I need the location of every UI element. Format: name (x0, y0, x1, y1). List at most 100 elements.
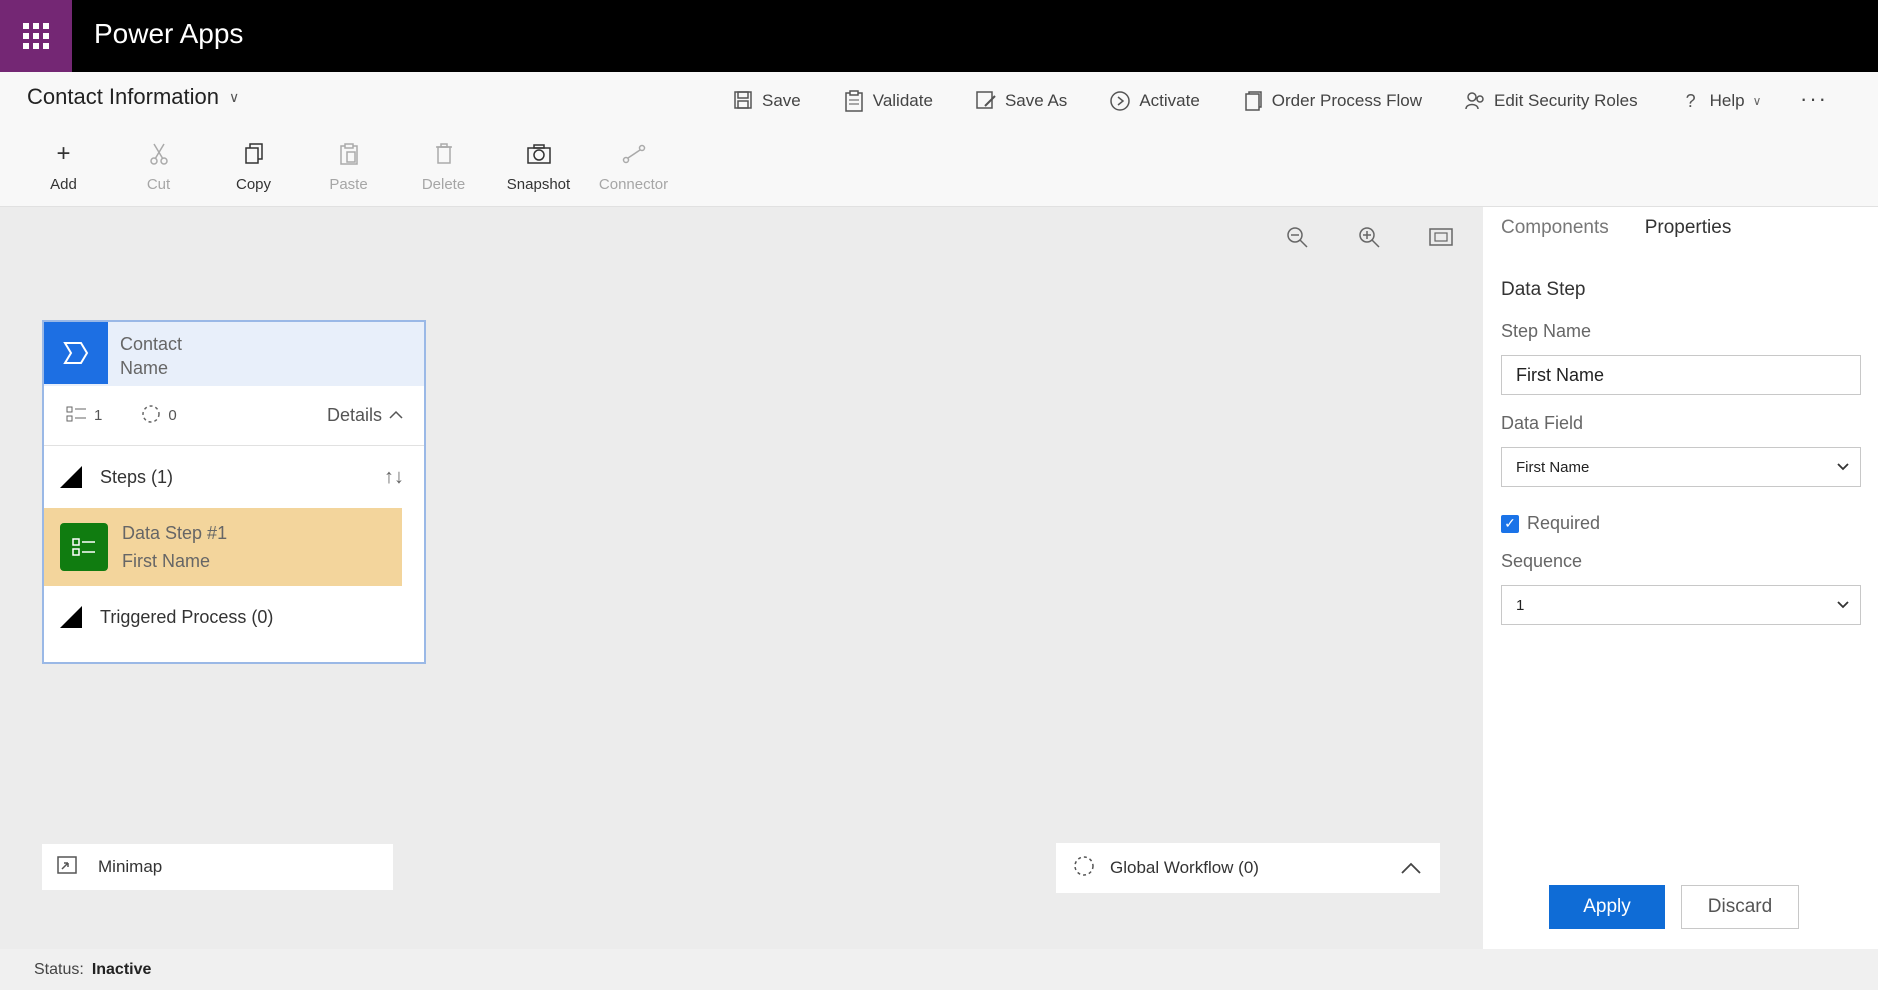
workflow-icon (140, 403, 162, 429)
data-step-card[interactable]: Data Step #1 First Name (44, 508, 402, 586)
chevron-up-icon[interactable] (1400, 855, 1422, 881)
cut-button[interactable]: Cut (111, 140, 206, 193)
app-title: Power Apps (94, 18, 244, 49)
details-label: Details (326, 405, 382, 425)
panel-tabs: Components Properties (1501, 217, 1731, 239)
required-row: ✓ Required (1501, 513, 1600, 534)
steps-section[interactable]: Steps (1) ↑↓ (44, 446, 424, 508)
data-field-select[interactable]: First Name (1501, 447, 1861, 487)
minimap-toggle[interactable]: Minimap (42, 844, 393, 890)
zoom-tools (1283, 223, 1455, 251)
order-process-flow-label: Order Process Flow (1271, 91, 1422, 110)
fit-to-screen-icon[interactable] (1427, 223, 1455, 251)
edit-security-roles-label: Edit Security Roles (1494, 91, 1638, 110)
global-workflow-panel[interactable]: Global Workflow (0) (1056, 843, 1440, 893)
people-icon (1464, 90, 1486, 112)
camera-icon (525, 140, 553, 168)
data-step-icon (60, 523, 108, 571)
order-process-flow-button[interactable]: Order Process Flow (1242, 90, 1422, 112)
stage-header[interactable]: Contact Name (44, 322, 424, 386)
sequence-value: 1 (1516, 596, 1525, 614)
zoom-in-icon[interactable] (1355, 223, 1383, 251)
apply-button[interactable]: Apply (1549, 885, 1665, 929)
save-as-button[interactable]: Save As (975, 90, 1067, 112)
snapshot-label: Snapshot (506, 176, 571, 193)
data-step-title: Data Step #1 (122, 523, 228, 543)
add-button[interactable]: + Add (16, 140, 111, 193)
copy-button[interactable]: Copy (206, 140, 301, 193)
save-as-icon (975, 90, 997, 112)
activate-label: Activate (1139, 91, 1200, 110)
zoom-out-icon[interactable] (1283, 223, 1311, 251)
tab-components[interactable]: Components (1501, 217, 1609, 239)
copy-icon (240, 140, 268, 168)
delete-button[interactable]: Delete (396, 140, 491, 193)
step-name-field[interactable]: First Name (1501, 355, 1861, 395)
add-label: Add (50, 176, 77, 193)
help-label: Help (1709, 91, 1745, 110)
process-name-dropdown[interactable]: Contact Information ∨ (27, 84, 239, 110)
delete-label: Delete (421, 176, 466, 193)
sequence-label: Sequence (1501, 551, 1583, 571)
minimap-icon (56, 855, 78, 880)
stage-title-line2: Name (120, 358, 169, 378)
connector-icon (620, 140, 648, 168)
workflow-count: 0 (140, 403, 177, 429)
command-bar: Contact Information ∨ Save Validate Save… (0, 72, 1878, 207)
chevron-down-icon (1836, 597, 1850, 613)
status-value: Inactive (91, 960, 152, 978)
app-launcher-button[interactable] (0, 0, 72, 72)
help-button[interactable]: ? Help ∨ (1680, 90, 1762, 112)
panel-section-title: Data Step (1501, 279, 1586, 300)
chevron-up-icon (388, 405, 404, 426)
properties-panel: Components Properties Data Step Step Nam… (1483, 207, 1878, 949)
global-workflow-icon (1072, 854, 1096, 883)
workflow-count-value: 0 (168, 407, 177, 424)
stage-card[interactable]: Contact Name 1 0 Details Steps (1) ↑↓ Da… (42, 320, 426, 664)
sort-arrows-icon[interactable]: ↑↓ (384, 466, 404, 489)
top-actions: Save Validate Save As Activate Order Pro… (732, 90, 1803, 112)
paste-label: Paste (329, 176, 368, 193)
sequence-select[interactable]: 1 (1501, 585, 1861, 625)
activate-icon (1109, 90, 1131, 112)
connector-button[interactable]: Connector (586, 140, 681, 193)
required-checkbox[interactable]: ✓ (1501, 514, 1519, 533)
paste-button[interactable]: Paste (301, 140, 396, 193)
details-toggle[interactable]: Details (327, 405, 404, 426)
activate-button[interactable]: Activate (1109, 90, 1200, 112)
stage-meta: 1 0 Details (44, 386, 424, 446)
chevron-down-icon (1836, 459, 1850, 475)
copy-label: Copy (235, 176, 272, 193)
discard-button[interactable]: Discard (1681, 885, 1799, 929)
global-workflow-label: Global Workflow (0) (1110, 858, 1259, 877)
status-bar: Status: Inactive (0, 949, 1878, 990)
triggered-process-label: Triggered Process (0) (100, 606, 274, 627)
required-label: Required (1527, 513, 1601, 533)
edit-security-roles-button[interactable]: Edit Security Roles (1464, 90, 1638, 112)
steps-section-label: Steps (1) (100, 466, 174, 487)
designer-canvas[interactable]: Contact Name 1 0 Details Steps (1) ↑↓ Da… (0, 207, 1483, 949)
stage-title-line1: Contact (120, 334, 183, 354)
tab-properties[interactable]: Properties (1645, 217, 1732, 239)
snapshot-button[interactable]: Snapshot (491, 140, 586, 193)
validate-button[interactable]: Validate (843, 90, 933, 112)
save-as-label: Save As (1004, 91, 1068, 110)
more-options-button[interactable]: ··· (1800, 86, 1828, 112)
connector-label: Connector (598, 176, 669, 193)
step-name-label: Step Name (1501, 321, 1592, 341)
scissors-icon (145, 140, 173, 168)
steps-list-icon (66, 405, 88, 427)
clipboard-icon (843, 90, 865, 112)
data-field-label: Data Field (1501, 413, 1584, 433)
waffle-icon (23, 23, 49, 49)
save-icon (732, 90, 754, 112)
help-icon: ? (1685, 91, 1696, 111)
stage-title: Contact Name (108, 322, 182, 386)
plus-icon: + (56, 140, 71, 167)
document-icon (1242, 90, 1264, 112)
save-button[interactable]: Save (732, 90, 801, 112)
triggered-process-section[interactable]: Triggered Process (0) (44, 586, 424, 648)
steps-count: 1 (66, 405, 102, 427)
paste-icon (335, 140, 363, 168)
data-field-value: First Name (1516, 458, 1590, 476)
